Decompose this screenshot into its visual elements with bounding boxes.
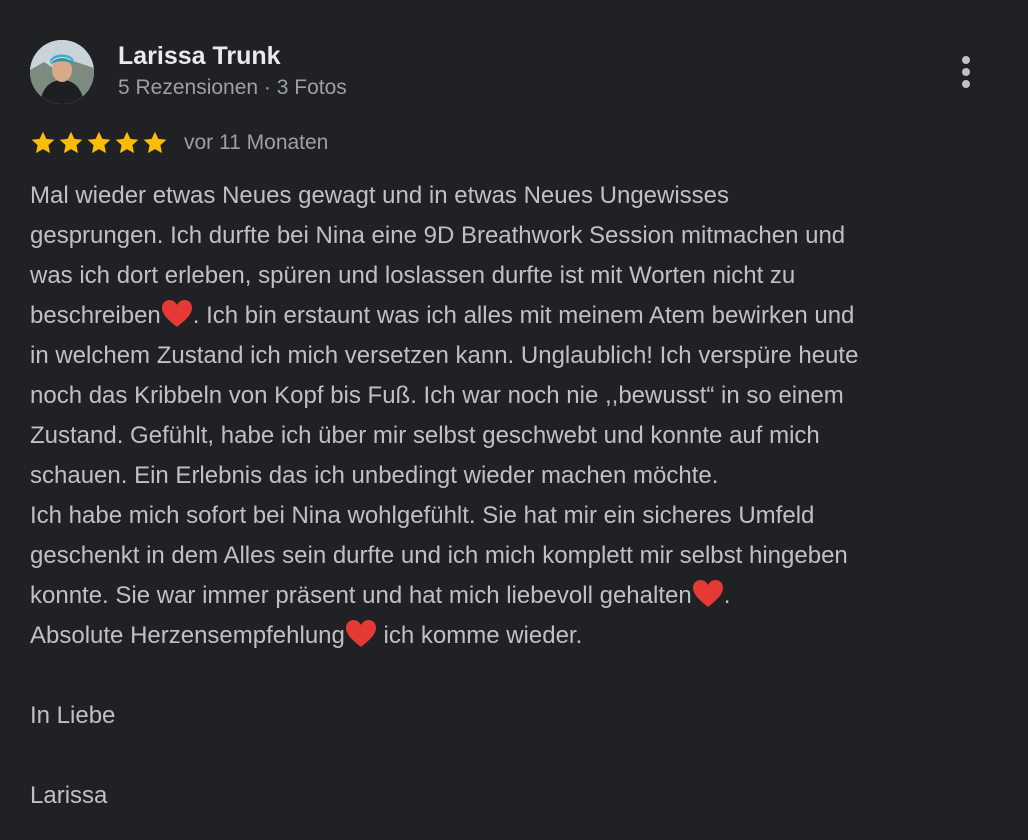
red-heart-icon — [161, 300, 192, 327]
star-icon — [87, 131, 111, 154]
red-heart-icon — [692, 580, 723, 607]
star-icon — [115, 131, 139, 154]
star-rating — [30, 130, 168, 156]
review-text-part: . Ich bin erstaunt was ich alles mit mei… — [30, 302, 859, 609]
person-photo-avatar-icon — [30, 40, 94, 104]
review-date: vor 11 Monaten — [184, 131, 329, 154]
menu-dot — [962, 80, 970, 88]
review-header: Larissa Trunk 5 Rezensionen · 3 Fotos — [30, 40, 998, 104]
star-icon — [59, 131, 83, 154]
review-text: Mal wieder etwas Neues gewagt und in etw… — [30, 176, 1010, 816]
author-meta: 5 Rezensionen · 3 Fotos — [118, 76, 347, 99]
more-vert-icon[interactable] — [946, 50, 986, 94]
menu-dot — [962, 68, 970, 76]
red-heart-icon — [345, 620, 376, 647]
author-name[interactable]: Larissa Trunk — [118, 42, 281, 71]
review-card: Larissa Trunk 5 Rezensionen · 3 Fotos vo… — [0, 0, 1028, 840]
menu-dot — [962, 56, 970, 64]
star-icon — [31, 131, 55, 154]
author-avatar[interactable] — [30, 40, 94, 104]
review-text-part: ich komme wieder. In Liebe Larissa — [30, 622, 583, 809]
rating-row: vor 11 Monaten — [30, 126, 998, 160]
star-icon — [143, 131, 167, 154]
